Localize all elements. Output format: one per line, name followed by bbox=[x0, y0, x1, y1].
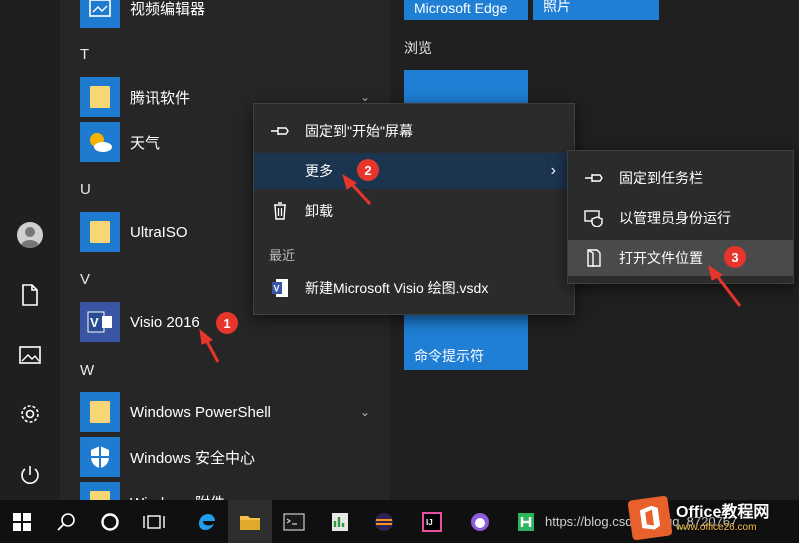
edge-icon bbox=[199, 513, 215, 530]
watermark-subtitle: www.office26.com bbox=[676, 521, 757, 533]
watermark-title: Office教程网 bbox=[676, 503, 770, 521]
intellij-icon: IJ bbox=[422, 511, 442, 532]
taskbar-intellij[interactable]: IJ bbox=[410, 500, 454, 543]
taskbar-terminal[interactable] bbox=[272, 500, 316, 543]
annotation-arrows bbox=[199, 173, 742, 363]
taskbar-edge[interactable] bbox=[184, 500, 228, 543]
search-button[interactable] bbox=[44, 500, 88, 543]
cortana-circle-icon bbox=[101, 512, 119, 531]
cortana-button[interactable] bbox=[88, 500, 132, 543]
office-logo-icon bbox=[627, 495, 673, 541]
task-view-button[interactable] bbox=[132, 500, 176, 543]
taskbar-eclipse[interactable] bbox=[362, 500, 406, 543]
folder-icon bbox=[240, 515, 260, 530]
taskbar-file-explorer[interactable] bbox=[228, 500, 272, 543]
office-watermark: Office教程网 www.office26.com bbox=[627, 493, 799, 543]
cat-app-icon bbox=[471, 512, 489, 531]
taskbar-hbuilder[interactable] bbox=[504, 500, 548, 543]
task-view-icon bbox=[143, 514, 165, 529]
taskbar-app-green[interactable] bbox=[318, 500, 362, 543]
hbuilder-icon bbox=[518, 512, 534, 531]
terminal-icon bbox=[283, 512, 305, 531]
search-icon bbox=[57, 512, 75, 531]
eclipse-icon bbox=[375, 512, 393, 531]
windows-logo-icon bbox=[13, 512, 31, 531]
start-button[interactable] bbox=[0, 500, 44, 543]
taskbar-purple-app[interactable] bbox=[458, 500, 502, 543]
svg-text:IJ: IJ bbox=[426, 518, 433, 527]
chart-app-icon bbox=[332, 512, 348, 531]
